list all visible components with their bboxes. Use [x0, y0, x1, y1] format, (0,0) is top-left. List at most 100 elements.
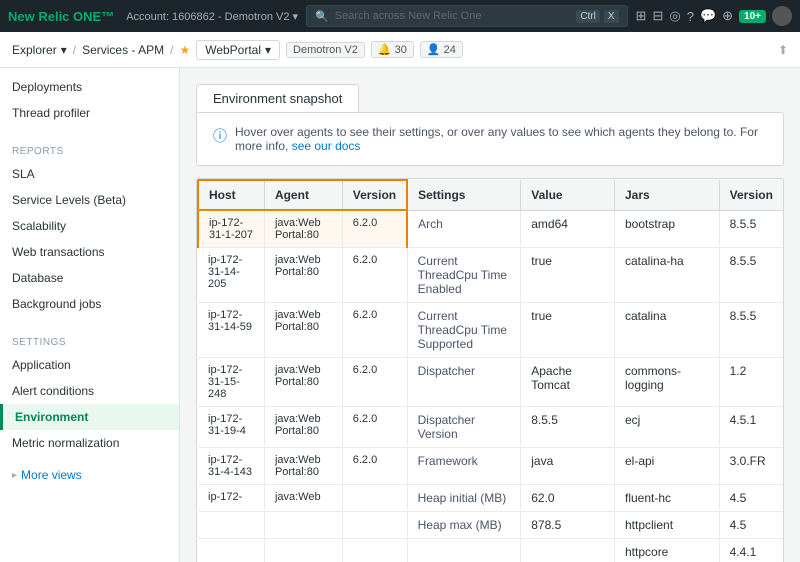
group-icon: 👤: [427, 44, 444, 56]
jar-version-cell: 4.4.1: [719, 539, 783, 562]
services-apm-nav[interactable]: Services - APM: [82, 43, 164, 57]
setting-value-cell: Apache Tomcat: [521, 358, 615, 407]
host-cell: ip-172-31-1-207: [198, 210, 264, 248]
setting-value-cell: true: [521, 248, 615, 303]
host-cell: ip-172-: [198, 485, 264, 512]
explorer-nav[interactable]: Explorer ▾: [12, 43, 67, 57]
sidebar-top-section: Deployments Thread profiler: [0, 68, 179, 132]
jar-name-cell: ecj: [615, 407, 720, 448]
jar-version-cell: 8.5.5: [719, 248, 783, 303]
notifications-badge[interactable]: 10+: [739, 10, 766, 23]
target-icon[interactable]: ◎: [669, 8, 680, 24]
setting-key-cell: Current ThreadCpu Time Supported: [407, 303, 521, 358]
setting-key-cell: Dispatcher: [407, 358, 521, 407]
table-row: httpcore4.4.1: [198, 539, 783, 562]
main-content: Environment snapshot ⓘ Hover over agents…: [180, 68, 800, 562]
agent-cell: java:Web Portal:80: [264, 303, 342, 358]
version-cell: [342, 485, 407, 512]
sidebar-item-metric-normalization[interactable]: Metric normalization: [0, 430, 179, 456]
sidebar-item-alert-conditions[interactable]: Alert conditions: [0, 378, 179, 404]
grid-icon[interactable]: ⊞: [636, 8, 647, 24]
account-selector[interactable]: Account: 1606862 - Demotron V2 ▾: [126, 10, 298, 23]
setting-value-cell: 8.5.5: [521, 407, 615, 448]
sidebar-item-application[interactable]: Application: [0, 352, 179, 378]
docs-link[interactable]: see our docs: [292, 139, 361, 153]
environment-snapshot-tab[interactable]: Environment snapshot: [196, 84, 359, 112]
explorer-chevron: ▾: [61, 43, 67, 57]
jar-version-cell: 4.5: [719, 485, 783, 512]
question-icon[interactable]: ?: [687, 9, 694, 24]
count1-badge: 🔔 30: [371, 41, 414, 58]
setting-key-cell: [407, 539, 521, 562]
web-transactions-label: Web transactions: [12, 245, 105, 259]
setting-key-cell: Arch: [407, 210, 521, 248]
scalability-label: Scalability: [12, 219, 66, 233]
host-cell: ip-172-31-4-143: [198, 448, 264, 485]
setting-value-cell: 878.5: [521, 512, 615, 539]
ctrl-key: Ctrl: [576, 10, 600, 23]
table-row: ip-172-31-15-248java:Web Portal:806.2.0D…: [198, 358, 783, 407]
sidebar-item-deployments[interactable]: Deployments: [0, 74, 179, 100]
favorite-star[interactable]: ★: [179, 43, 190, 57]
more-views-arrow: ▸: [12, 470, 17, 481]
logo[interactable]: New Relic ONE™: [8, 9, 114, 24]
agent-cell: [264, 539, 342, 562]
settings-column-header: Settings: [407, 180, 521, 210]
sidebar-item-background-jobs[interactable]: Background jobs: [0, 291, 179, 317]
sidebar-item-environment[interactable]: Environment: [0, 404, 179, 430]
jar-name-cell: catalina: [615, 303, 720, 358]
version-cell: 6.2.0: [342, 448, 407, 485]
search-icon: 🔍: [315, 10, 329, 23]
global-search[interactable]: 🔍 Search across New Relic One Ctrl X: [306, 5, 628, 27]
jar-name-cell: catalina-ha: [615, 248, 720, 303]
topbar: New Relic ONE™ Account: 1606862 - Demotr…: [0, 0, 800, 32]
app-name-selector[interactable]: WebPortal ▾: [196, 40, 280, 60]
environment-table-container: Host Agent Version Settings Value Jars V…: [196, 178, 784, 562]
tiles-icon[interactable]: ⊟: [652, 8, 663, 24]
version-column-header: Version: [342, 180, 407, 210]
app-name-label: WebPortal: [205, 43, 261, 57]
user-avatar[interactable]: [772, 6, 792, 26]
env-badge[interactable]: Demotron V2: [286, 42, 365, 58]
service-levels-label: Service Levels (Beta): [12, 193, 126, 207]
sidebar-item-thread-profiler[interactable]: Thread profiler: [0, 100, 179, 126]
sidebar-item-scalability[interactable]: Scalability: [0, 213, 179, 239]
chat-icon[interactable]: 💬: [700, 8, 716, 24]
sidebar-item-sla[interactable]: SLA: [0, 161, 179, 187]
search-placeholder: Search across New Relic One: [335, 10, 482, 22]
setting-key-cell: Heap max (MB): [407, 512, 521, 539]
setting-value-cell: 62.0: [521, 485, 615, 512]
agent-cell: java:Web Portal:80: [264, 358, 342, 407]
sidebar-reports-section: Reports SLA Service Levels (Beta) Scalab…: [0, 132, 179, 323]
sidebar-item-service-levels[interactable]: Service Levels (Beta): [0, 187, 179, 213]
sidebar-item-database[interactable]: Database: [0, 265, 179, 291]
jar-name-cell: bootstrap: [615, 210, 720, 248]
host-column-header: Host: [198, 180, 264, 210]
jar-version-cell: 3.0.FR: [719, 448, 783, 485]
host-cell: ip-172-31-14-59: [198, 303, 264, 358]
more-views[interactable]: ▸ More views: [0, 462, 179, 488]
host-cell: ip-172-31-14-205: [198, 248, 264, 303]
agent-cell: java:Web Portal:80: [264, 210, 342, 248]
host-cell: ip-172-31-19-4: [198, 407, 264, 448]
sidebar-item-web-transactions[interactable]: Web transactions: [0, 239, 179, 265]
table-row: ip-172-31-14-59java:Web Portal:806.2.0Cu…: [198, 303, 783, 358]
jar-version-cell: 8.5.5: [719, 303, 783, 358]
services-label: Services - APM: [82, 43, 164, 57]
jar-version-column-header: Version: [719, 180, 783, 210]
app-chevron: ▾: [265, 43, 271, 57]
setting-value-cell: amd64: [521, 210, 615, 248]
help-icon[interactable]: ⊕: [722, 8, 733, 24]
agent-cell: java:Web Portal:80: [264, 448, 342, 485]
database-label: Database: [12, 271, 63, 285]
version-cell: 6.2.0: [342, 248, 407, 303]
setting-key-cell: Current ThreadCpu Time Enabled: [407, 248, 521, 303]
jar-version-cell: 4.5: [719, 512, 783, 539]
info-icon: ⓘ: [213, 126, 227, 146]
jar-version-cell: 4.5.1: [719, 407, 783, 448]
host-cell: [198, 539, 264, 562]
version-cell: [342, 539, 407, 562]
environment-table: Host Agent Version Settings Value Jars V…: [197, 179, 783, 562]
deployments-label: Deployments: [12, 80, 82, 94]
share-icon[interactable]: ⬆: [778, 43, 788, 57]
